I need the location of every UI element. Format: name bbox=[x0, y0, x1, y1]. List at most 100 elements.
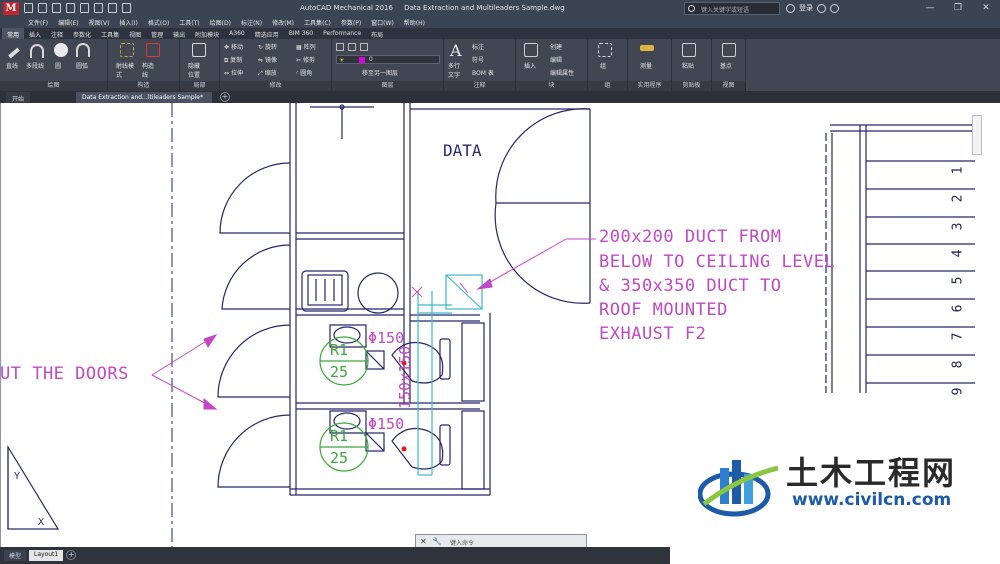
tool-arc[interactable]: 圆弧 bbox=[76, 61, 88, 70]
save-as-icon[interactable] bbox=[66, 3, 75, 13]
tool-xline[interactable]: 构造线 bbox=[142, 61, 156, 79]
insert-block-icon[interactable] bbox=[524, 43, 538, 57]
exchange-icon[interactable] bbox=[817, 3, 826, 13]
clipboard-panel-label[interactable]: 剪贴板 bbox=[672, 81, 711, 91]
measure-icon[interactable] bbox=[640, 45, 654, 51]
tool-measure[interactable]: 测量 bbox=[640, 61, 652, 70]
menu-item[interactable]: 工具集(C) bbox=[304, 18, 331, 27]
tab-model[interactable]: 模型 bbox=[4, 550, 27, 561]
ray-icon[interactable] bbox=[120, 43, 134, 57]
annotation-panel-label[interactable]: 注释 bbox=[444, 81, 515, 91]
print-icon[interactable] bbox=[80, 3, 89, 13]
tool-edit[interactable]: 编辑 bbox=[550, 55, 562, 64]
menu-item[interactable]: 编辑(E) bbox=[58, 18, 78, 27]
undo-icon[interactable] bbox=[94, 3, 103, 13]
block-panel-label[interactable]: 块 bbox=[516, 81, 587, 91]
layer-off-icon[interactable] bbox=[360, 43, 368, 51]
minimize-icon[interactable]: — bbox=[916, 0, 944, 17]
search-input[interactable]: 键入关键字或短语 bbox=[684, 2, 780, 15]
ribbon-tab[interactable]: 输出 bbox=[168, 28, 190, 39]
help-icon[interactable] bbox=[830, 3, 839, 13]
ribbon-tab[interactable]: Performance bbox=[318, 28, 366, 39]
tool-scale[interactable]: ⤢ 缩放 bbox=[258, 68, 277, 78]
modify-panel-label[interactable]: 修改 bbox=[220, 81, 331, 91]
tool-polyline[interactable]: 多段线 bbox=[26, 61, 44, 70]
ribbon-tab[interactable]: 插入 bbox=[24, 28, 46, 39]
ribbon-tab[interactable]: 视图 bbox=[124, 28, 146, 39]
paste-icon[interactable] bbox=[682, 43, 696, 57]
tool-line[interactable]: 直线 bbox=[6, 61, 18, 70]
utilities-panel-label[interactable]: 实用程序 bbox=[628, 81, 671, 91]
base-view-icon[interactable] bbox=[722, 43, 736, 57]
line-icon[interactable] bbox=[8, 47, 20, 59]
menu-item[interactable]: 窗口(W) bbox=[371, 18, 394, 27]
autocad-logo-icon[interactable]: M bbox=[3, 2, 19, 15]
command-input[interactable]: 键入命令 bbox=[450, 538, 474, 547]
tool-dimension[interactable]: 标注 bbox=[472, 42, 484, 51]
tab-start[interactable]: 开始 bbox=[6, 92, 31, 103]
redo-icon[interactable] bbox=[108, 3, 117, 13]
menu-item[interactable]: 绘图(D) bbox=[210, 18, 231, 27]
tool-edit-attributes[interactable]: 编辑属性 bbox=[550, 68, 574, 77]
navigation-bar-icon[interactable] bbox=[972, 115, 982, 155]
tool-group[interactable]: 组 bbox=[600, 61, 606, 70]
tool-insert[interactable]: 插入 bbox=[524, 61, 536, 70]
group-icon[interactable] bbox=[598, 43, 612, 57]
tool-mirror[interactable]: ⇋ 镜像 bbox=[258, 55, 277, 64]
tool-fillet[interactable]: ◜ 圆角 bbox=[296, 68, 312, 77]
new-file-icon[interactable] bbox=[24, 3, 33, 13]
menu-item[interactable]: 帮助(H) bbox=[404, 18, 425, 27]
menu-item[interactable]: 插入(I) bbox=[119, 18, 137, 27]
layers-panel-label[interactable]: 图层 bbox=[332, 81, 443, 91]
arc-icon[interactable] bbox=[76, 43, 90, 57]
menu-item[interactable]: 格式(O) bbox=[148, 18, 169, 27]
tool-move[interactable]: ✥ 移动 bbox=[224, 42, 243, 51]
detail-panel-label[interactable]: 局部 bbox=[180, 81, 219, 91]
ribbon-tab[interactable]: 工具集 bbox=[96, 28, 124, 39]
xline-icon[interactable] bbox=[146, 43, 160, 57]
sign-in[interactable]: 登录 bbox=[786, 3, 839, 13]
hide-icon[interactable] bbox=[192, 43, 206, 57]
maximize-icon[interactable]: ❐ bbox=[944, 0, 972, 17]
menu-item[interactable]: 标注(N) bbox=[241, 18, 262, 27]
customize-command-icon[interactable]: 🔧 bbox=[432, 537, 442, 546]
tool-bom[interactable]: BOM 表 bbox=[472, 68, 494, 77]
ribbon-tab[interactable]: 精选应用 bbox=[250, 28, 284, 39]
ribbon-tab[interactable]: 注释 bbox=[46, 28, 68, 39]
tool-base-view[interactable]: 基点 bbox=[720, 61, 732, 70]
polyline-icon[interactable] bbox=[30, 44, 44, 58]
tool-symbol[interactable]: 符号 bbox=[472, 55, 484, 64]
menu-item[interactable]: 工具(T) bbox=[179, 18, 199, 27]
add-layout-icon[interactable]: + bbox=[66, 550, 77, 560]
layer-properties-icon[interactable] bbox=[336, 43, 344, 51]
workspace-icon[interactable] bbox=[122, 3, 131, 13]
menu-item[interactable]: 修改(M) bbox=[272, 18, 294, 27]
ribbon-tab[interactable]: 常用 bbox=[2, 28, 25, 39]
mtext-icon[interactable]: A bbox=[450, 41, 462, 60]
tool-rotate[interactable]: ↻ 旋转 bbox=[258, 42, 277, 51]
close-icon[interactable]: ✕ bbox=[972, 0, 1000, 17]
tool-create[interactable]: 创建 bbox=[550, 42, 562, 51]
close-command-icon[interactable]: ✕ bbox=[420, 537, 427, 546]
layer-iso-icon[interactable] bbox=[348, 43, 356, 51]
circle-icon[interactable] bbox=[54, 43, 68, 57]
ribbon-tab[interactable]: BIM 360 bbox=[284, 28, 318, 39]
draw-panel-label[interactable]: 绘图 bbox=[0, 81, 107, 91]
tool-circle[interactable]: 圆 bbox=[55, 61, 61, 70]
save-icon[interactable] bbox=[52, 3, 61, 13]
tool-stretch[interactable]: ⇔ 拉伸 bbox=[224, 68, 243, 77]
ribbon-tab[interactable]: 布局 bbox=[366, 28, 388, 39]
new-tab-icon[interactable]: + bbox=[220, 92, 230, 102]
tab-layout1[interactable]: Layout1 bbox=[29, 550, 64, 561]
layer-dropdown[interactable]: ☀ 0 bbox=[336, 55, 440, 64]
menu-item[interactable]: 参数(P) bbox=[341, 18, 361, 27]
menu-item[interactable]: 文件(F) bbox=[28, 18, 48, 27]
tool-move-to-layer[interactable]: 移至另一图层 bbox=[362, 68, 398, 77]
ribbon-tab[interactable]: A360 bbox=[224, 28, 250, 39]
tool-mtext[interactable]: 多行文字 bbox=[448, 61, 464, 79]
tool-hide[interactable]: 隐藏位置 bbox=[188, 61, 204, 79]
ribbon-tab[interactable]: 附加模块 bbox=[190, 28, 224, 39]
construct-panel-label[interactable]: 构造 bbox=[108, 81, 179, 91]
tool-trim[interactable]: ✂ 修剪 bbox=[296, 55, 315, 64]
tool-copy[interactable]: ⧉ 复制 bbox=[224, 55, 242, 65]
